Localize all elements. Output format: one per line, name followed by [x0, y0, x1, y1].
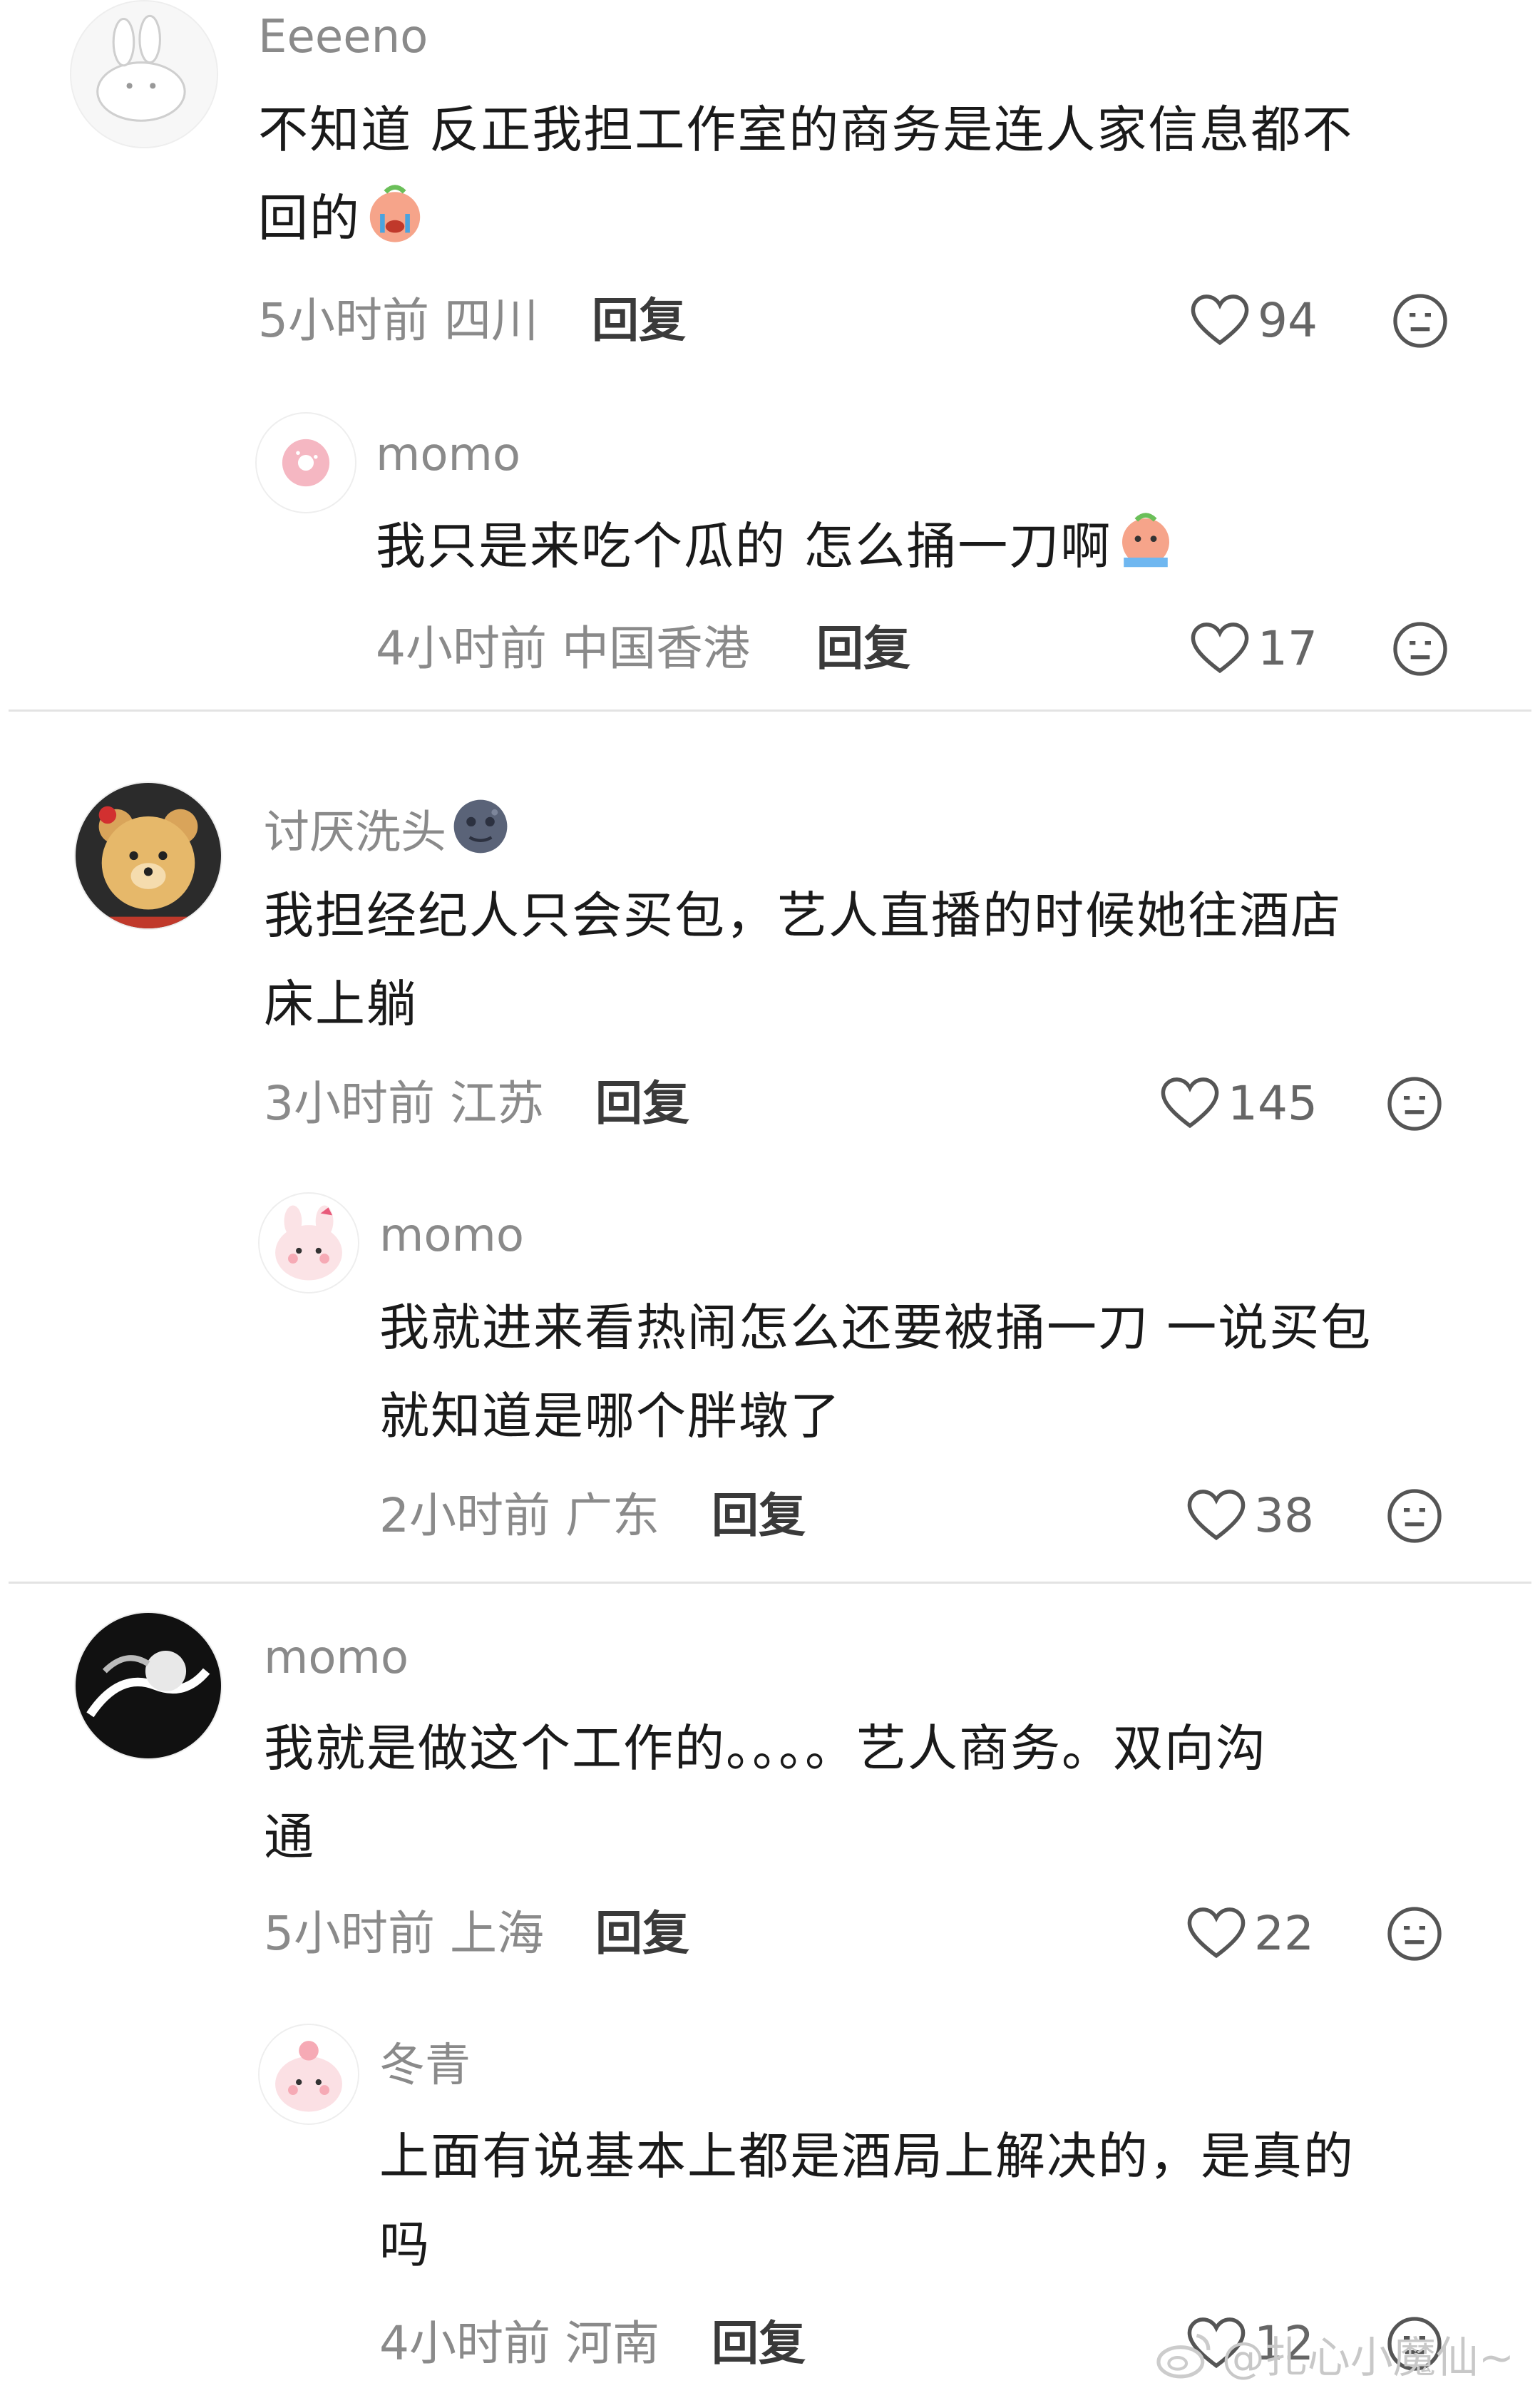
heart-icon [1187, 1907, 1246, 1959]
crying-face-emoji-icon [1122, 513, 1170, 568]
avatar[interactable] [74, 782, 222, 930]
dislike-face-icon[interactable] [1386, 1905, 1443, 1962]
comment-author[interactable]: momo [376, 426, 520, 483]
comment-text-line: 床上躺 [264, 975, 418, 1033]
donut-avatar-icon [257, 414, 355, 512]
comment-time: 4小时前 [379, 2316, 550, 2371]
heart-icon [1161, 1077, 1219, 1129]
comment-text: 不知道 反正我担工作室的商务是连人家信息都不 回的 [258, 86, 1353, 262]
comment-location: 广东 [565, 1488, 659, 1543]
avatar[interactable] [258, 2024, 359, 2125]
reply-button[interactable]: 回复 [595, 1905, 689, 1962]
teddy-bear-avatar-icon [76, 783, 221, 928]
reply-button[interactable]: 回复 [816, 620, 910, 677]
comment-meta: 2小时前 广东 [379, 1487, 659, 1544]
new-moon-face-emoji-icon [453, 799, 508, 854]
author-name-text: 讨厌洗头 [264, 806, 446, 859]
like-count: 22 [1254, 1906, 1314, 1961]
dislike-face-icon[interactable] [1386, 1487, 1443, 1544]
dislike-face-icon[interactable] [1392, 620, 1449, 677]
comment-location: 河南 [565, 2316, 659, 2371]
watermark-text: @扎心小魔仙~ [1221, 2333, 1514, 2383]
weibo-logo-icon [1156, 2333, 1211, 2378]
comment-text-fragment: 我只是来吃个瓜的 怎么捅一刀啊 [376, 517, 1112, 575]
comment-text-line: 通 [264, 1808, 315, 1866]
like-count: 145 [1228, 1076, 1318, 1131]
comment-meta: 3小时前 江苏 [264, 1075, 544, 1132]
comment-author[interactable]: 冬青 [379, 2037, 471, 2094]
avatar[interactable] [70, 0, 218, 148]
bunny-avatar-icon [71, 1, 217, 147]
comment-text-line: 回的 [258, 174, 1353, 262]
like-count: 38 [1254, 1488, 1314, 1543]
comment-text-line: 我就是做这个工作的。。。。艺人商务。双向沟 [264, 1719, 1267, 1778]
comment-time: 3小时前 [264, 1076, 435, 1131]
comment-meta: 4小时前 中国香港 [376, 620, 750, 677]
comment-location: 四川 [443, 293, 538, 348]
reply-button[interactable]: 回复 [595, 1075, 689, 1132]
pink-bunny-avatar-icon [260, 2025, 358, 2123]
comment-time: 4小时前 [376, 621, 547, 676]
comment-text: 我就是做这个工作的。。。。艺人商务。双向沟 通 [264, 1704, 1267, 1881]
comment-text-line: 我只是来吃个瓜的 怎么捅一刀啊 [376, 502, 1177, 590]
comment-author[interactable]: momo [379, 1207, 524, 1264]
heart-icon [1191, 294, 1249, 346]
comment-meta: 4小时前 河南 [379, 2315, 659, 2372]
comment-text-line: 不知道 反正我担工作室的商务是连人家信息都不 [258, 101, 1354, 159]
comment-text: 我只是来吃个瓜的 怎么捅一刀啊 [376, 502, 1177, 590]
comment-text: 上面有说基本上都是酒局上解决的，是真的 吗 [379, 2112, 1355, 2289]
comment-meta: 5小时前 四川 [258, 292, 538, 349]
comment-time: 5小时前 [264, 1906, 435, 1961]
comment-location: 上海 [449, 1906, 544, 1961]
pink-bunny-avatar-icon [260, 1194, 358, 1292]
reply-button[interactable]: 回复 [592, 292, 686, 349]
avatar[interactable] [255, 412, 356, 513]
weibo-watermark: @扎心小魔仙~ [1155, 2323, 1514, 2385]
comment-author[interactable]: Eeeeno [258, 9, 428, 66]
like-count: 94 [1258, 293, 1318, 348]
like-button[interactable]: 17 [1191, 617, 1318, 681]
comment-location: 江苏 [449, 1076, 544, 1131]
comment-text-line: 就知道是哪个胖墩了 [379, 1387, 841, 1445]
comment-text-line: 我就进来看热闹怎么还要被捅一刀 一说买包 [379, 1298, 1372, 1357]
like-button[interactable]: 145 [1161, 1072, 1318, 1136]
reply-button[interactable]: 回复 [712, 2315, 806, 2372]
thread-divider [9, 1582, 1531, 1584]
dislike-face-icon[interactable] [1386, 1075, 1443, 1132]
comment-text-line: 吗 [379, 2215, 431, 2274]
like-button[interactable]: 94 [1191, 289, 1318, 353]
comment-text: 我就进来看热闹怎么还要被捅一刀 一说买包 就知道是哪个胖墩了 [379, 1284, 1372, 1460]
like-button[interactable]: 22 [1187, 1902, 1314, 1966]
comment-text-line: 上面有说基本上都是酒局上解决的，是真的 [379, 2127, 1355, 2186]
crying-face-emoji-icon [369, 185, 421, 242]
comment-time: 5小时前 [258, 293, 429, 348]
comment-author[interactable]: momo [264, 1629, 409, 1686]
comment-time: 2小时前 [379, 1488, 550, 1543]
comment-meta: 5小时前 上海 [264, 1905, 544, 1962]
thread-divider [9, 709, 1531, 712]
comment-author[interactable]: 讨厌洗头 [264, 795, 512, 861]
comment-text-line: 我担经纪人只会买包，艺人直播的时候她往酒店 [264, 886, 1342, 945]
heart-icon [1187, 1490, 1246, 1541]
comment-text: 我担经纪人只会买包，艺人直播的时候她往酒店 床上躺 [264, 871, 1342, 1048]
black-white-art-avatar-icon [76, 1613, 221, 1758]
like-count: 17 [1258, 621, 1318, 676]
avatar[interactable] [258, 1192, 359, 1293]
like-button[interactable]: 38 [1187, 1484, 1314, 1548]
heart-icon [1191, 622, 1249, 674]
comment-text-fragment: 回的 [258, 189, 361, 247]
avatar[interactable] [74, 1612, 222, 1760]
comment-location: 中国香港 [561, 621, 750, 676]
reply-button[interactable]: 回复 [712, 1487, 806, 1544]
dislike-face-icon[interactable] [1392, 292, 1449, 349]
